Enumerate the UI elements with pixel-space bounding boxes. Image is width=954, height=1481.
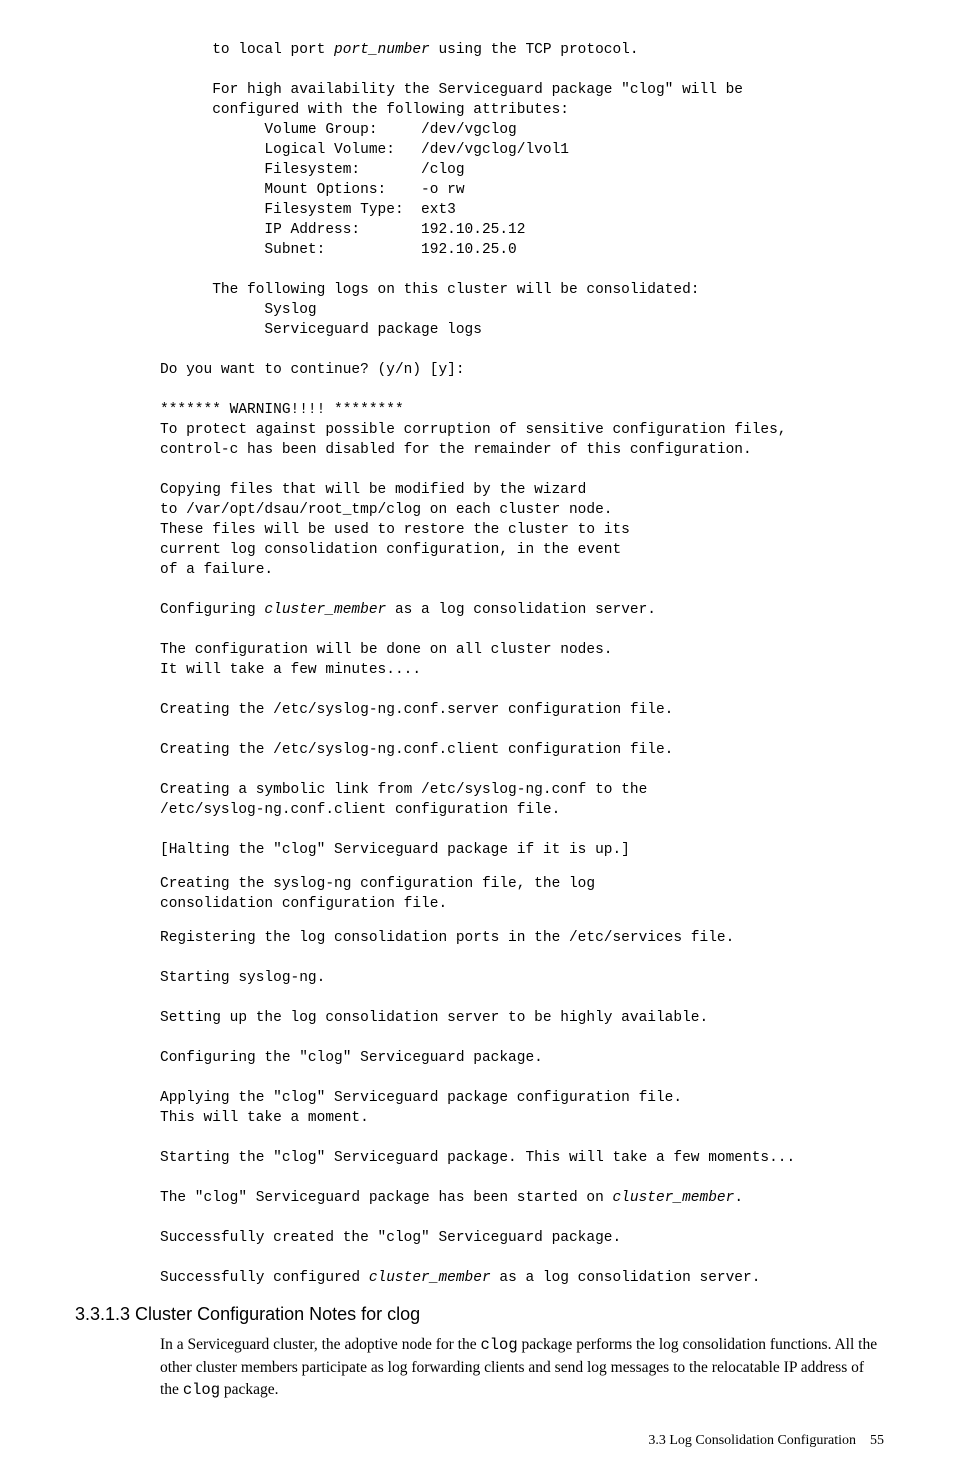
footer-page-number: 55 — [870, 1433, 884, 1448]
inline-code-clog: clog — [183, 1381, 220, 1399]
variable-cluster-member: cluster_member — [369, 1270, 491, 1286]
text: as a log consolidation server. The confi… — [160, 602, 673, 858]
text: to local port — [160, 42, 334, 58]
text: Registering the log consolidation ports … — [160, 930, 795, 1206]
text: using the TCP protocol. For high availab… — [160, 42, 787, 618]
terminal-output-block-3: Registering the log consolidation ports … — [160, 928, 894, 1288]
variable-port-number: port_number — [334, 42, 430, 58]
body-paragraph: In a Serviceguard cluster, the adoptive … — [160, 1334, 884, 1401]
section-heading: 3.3.1.3 Cluster Configuration Notes for … — [75, 1302, 894, 1326]
footer-section-label: 3.3 Log Consolidation Configuration — [648, 1433, 856, 1448]
variable-cluster-member: cluster_member — [612, 1190, 734, 1206]
text: In a Serviceguard cluster, the adoptive … — [160, 1336, 480, 1353]
terminal-output-block-1: to local port port_number using the TCP … — [160, 40, 894, 860]
text: as a log consolidation server. — [491, 1270, 761, 1286]
inline-code-clog: clog — [480, 1336, 517, 1354]
page-footer: 3.3 Log Consolidation Configuration 55 — [60, 1432, 884, 1451]
variable-cluster-member: cluster_member — [264, 602, 386, 618]
text: package. — [220, 1381, 279, 1398]
terminal-output-block-2: Creating the syslog-ng configuration fil… — [160, 874, 894, 914]
